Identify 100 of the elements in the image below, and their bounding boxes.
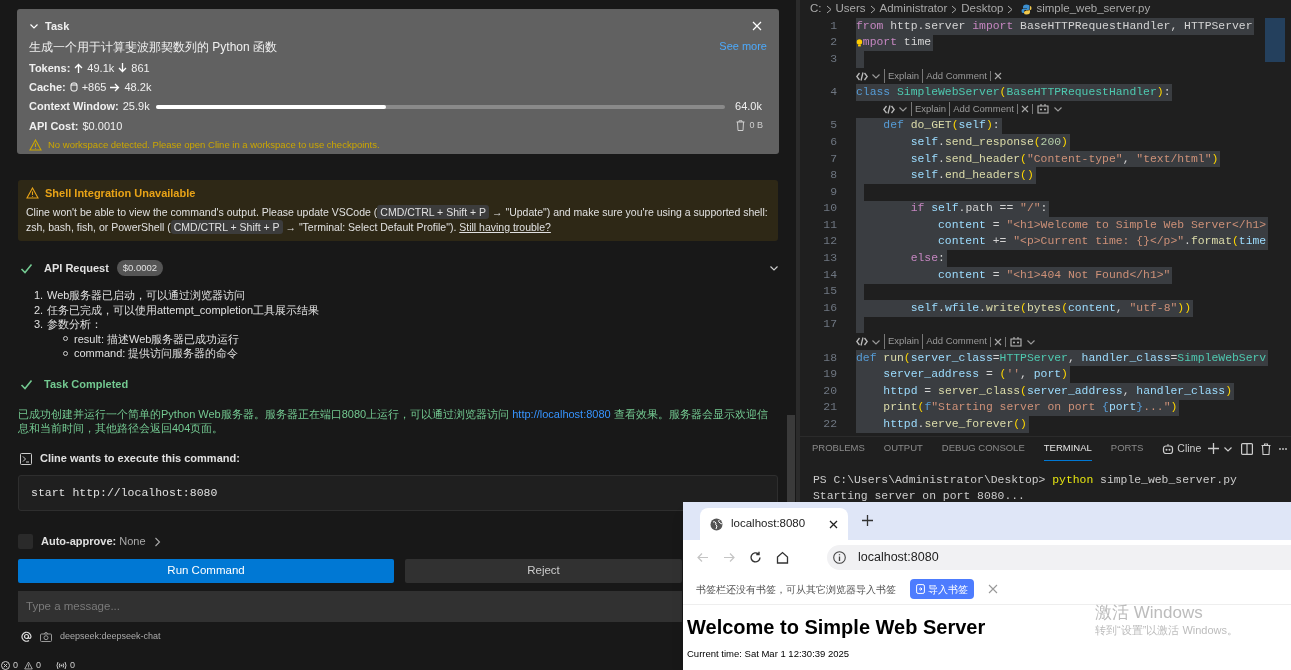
panel-tab[interactable]: OUTPUT [883, 436, 923, 461]
line-number: 9 [829, 184, 837, 200]
address-bar[interactable]: localhost:8080 [827, 544, 1291, 570]
panel-tab[interactable]: TERMINAL [1043, 436, 1092, 461]
broadcast-icon [56, 660, 68, 670]
arrow-up-icon [74, 62, 84, 73]
ports-count[interactable]: 0 [70, 660, 76, 670]
forward-icon [723, 551, 735, 563]
command-block: start http://localhost:8080 [18, 474, 778, 511]
action-button[interactable]: Reject [405, 558, 682, 583]
mention-icon [21, 631, 32, 642]
close-icon [752, 21, 762, 31]
warning-message: No workspace detected. Please open Cline in a workspace to use checkpoints. [48, 138, 380, 153]
activation-title: 激活 Windows [1095, 603, 1204, 623]
line-number: 12 [822, 234, 837, 250]
line-number: 11 [822, 217, 837, 233]
line-number: 8 [829, 168, 837, 184]
stat-value: 64.0k [735, 99, 762, 115]
terminal-line: Starting server on port 8080... [813, 489, 1025, 504]
cost-badge: $0.0002 [116, 259, 164, 277]
line-number: 16 [822, 300, 837, 316]
import-bookmarks-button[interactable]: 导入书签 [910, 579, 974, 599]
code-icon [883, 104, 895, 114]
more-icon [1279, 447, 1288, 450]
list-item: Web服务器已启动，可以通过浏览器访问 [47, 288, 246, 303]
breadcrumb-item[interactable]: simple_web_server.py [1036, 0, 1151, 18]
codelens-link[interactable]: Explain [911, 102, 947, 117]
chevron-right-icon [1007, 4, 1014, 14]
stat-value: 49.1k [87, 60, 115, 76]
scrollbar[interactable] [787, 415, 795, 502]
codelens-link[interactable]: Explain [884, 334, 920, 349]
storage-size: 0 B [749, 119, 763, 133]
bookmark-hint: 书签栏还没有书签，可从其它浏览器导入书签 [696, 582, 896, 597]
line-number: 6 [829, 134, 837, 150]
info-icon [833, 550, 846, 564]
breadcrumb-item[interactable]: C: [810, 0, 822, 18]
address-text: localhost:8080 [858, 548, 939, 566]
help-link[interactable]: Still having trouble? [459, 220, 551, 233]
help-link[interactable]: http://localhost:8080 [512, 407, 611, 420]
breadcrumb-item[interactable]: Users [835, 0, 866, 18]
stat-label: API Cost: [29, 118, 79, 134]
stat-value: +865 [81, 80, 107, 95]
model-selector[interactable]: deepseek:deepseek-chat [60, 629, 161, 644]
task-title: Task [45, 18, 70, 34]
warning-count[interactable]: 0 [36, 660, 42, 670]
trash-icon [1261, 442, 1272, 455]
page-heading: Welcome to Simple Web Server [686, 615, 986, 639]
auto-approve-label[interactable]: Auto-approve: None [41, 533, 146, 550]
line-number: 19 [822, 367, 837, 383]
browser-tab[interactable]: localhost:8080 [700, 508, 848, 540]
chevron-right-icon [825, 4, 832, 14]
breadcrumb-item[interactable]: Desktop [961, 0, 1004, 18]
stat-label: Cache: [29, 80, 66, 95]
chevron-right-icon [951, 4, 958, 14]
stat-label: Tokens: [29, 60, 71, 76]
error-icon [1, 660, 10, 670]
line-number: 21 [822, 400, 837, 416]
breadcrumb-item[interactable]: Administrator [879, 0, 948, 18]
line-number: 22 [822, 417, 837, 432]
list-item: command: 提供访问服务器的命令 [74, 346, 239, 361]
line-number: 13 [822, 251, 837, 267]
banner-title: Shell Integration Unavailable [45, 186, 196, 201]
list-item: result: 描述Web服务器已成功运行 [74, 331, 240, 346]
stat-value: $0.0010 [82, 118, 123, 134]
trash-icon [736, 120, 746, 132]
warning-icon [29, 139, 42, 152]
error-count[interactable]: 0 [13, 660, 18, 670]
message-input[interactable]: Type a message... [18, 590, 682, 622]
python-file-icon [1021, 3, 1033, 15]
codelens-link[interactable]: Add Comment [922, 68, 987, 84]
activation-hint: 转到“设置”以激活 Windows。 [1095, 623, 1238, 637]
command-title: Cline wants to execute this command: [40, 451, 240, 467]
close-icon [993, 72, 1002, 81]
completion-title: Task Completed [44, 377, 129, 393]
minimap[interactable] [1265, 18, 1285, 62]
robot-icon [1162, 442, 1175, 455]
check-icon [20, 261, 33, 275]
panel-tab[interactable]: PROBLEMS [812, 436, 865, 461]
code-icon [856, 71, 868, 81]
panel-tab[interactable]: PORTS [1110, 436, 1144, 461]
line-number: 1 [829, 18, 837, 34]
reload-icon [749, 550, 762, 564]
page-text: Current time: Sat Mar 1 12:30:39 2025 [686, 647, 850, 661]
arrow-right-icon [110, 82, 121, 92]
codelens-link[interactable]: Explain [884, 68, 920, 84]
codelens-link[interactable]: Add Comment [949, 102, 1014, 117]
warning-icon [24, 660, 33, 670]
line-number: 20 [822, 383, 837, 399]
shortcut-key: CMD/CTRL + Shift + P [170, 219, 283, 234]
list-number: 3. [34, 317, 45, 332]
line-number: 18 [822, 350, 837, 366]
chevron-right-icon [869, 4, 876, 14]
codelens-link[interactable]: Add Comment [922, 334, 987, 349]
panel-tab[interactable]: DEBUG CONSOLE [941, 436, 1025, 461]
check-icon [20, 378, 33, 391]
list-item: 参数分析： [47, 317, 102, 332]
terminal-profile[interactable]: Cline [1177, 440, 1202, 457]
arrow-down-icon [118, 62, 128, 73]
action-button[interactable]: Run Command [18, 558, 394, 583]
close-icon [1020, 105, 1029, 114]
